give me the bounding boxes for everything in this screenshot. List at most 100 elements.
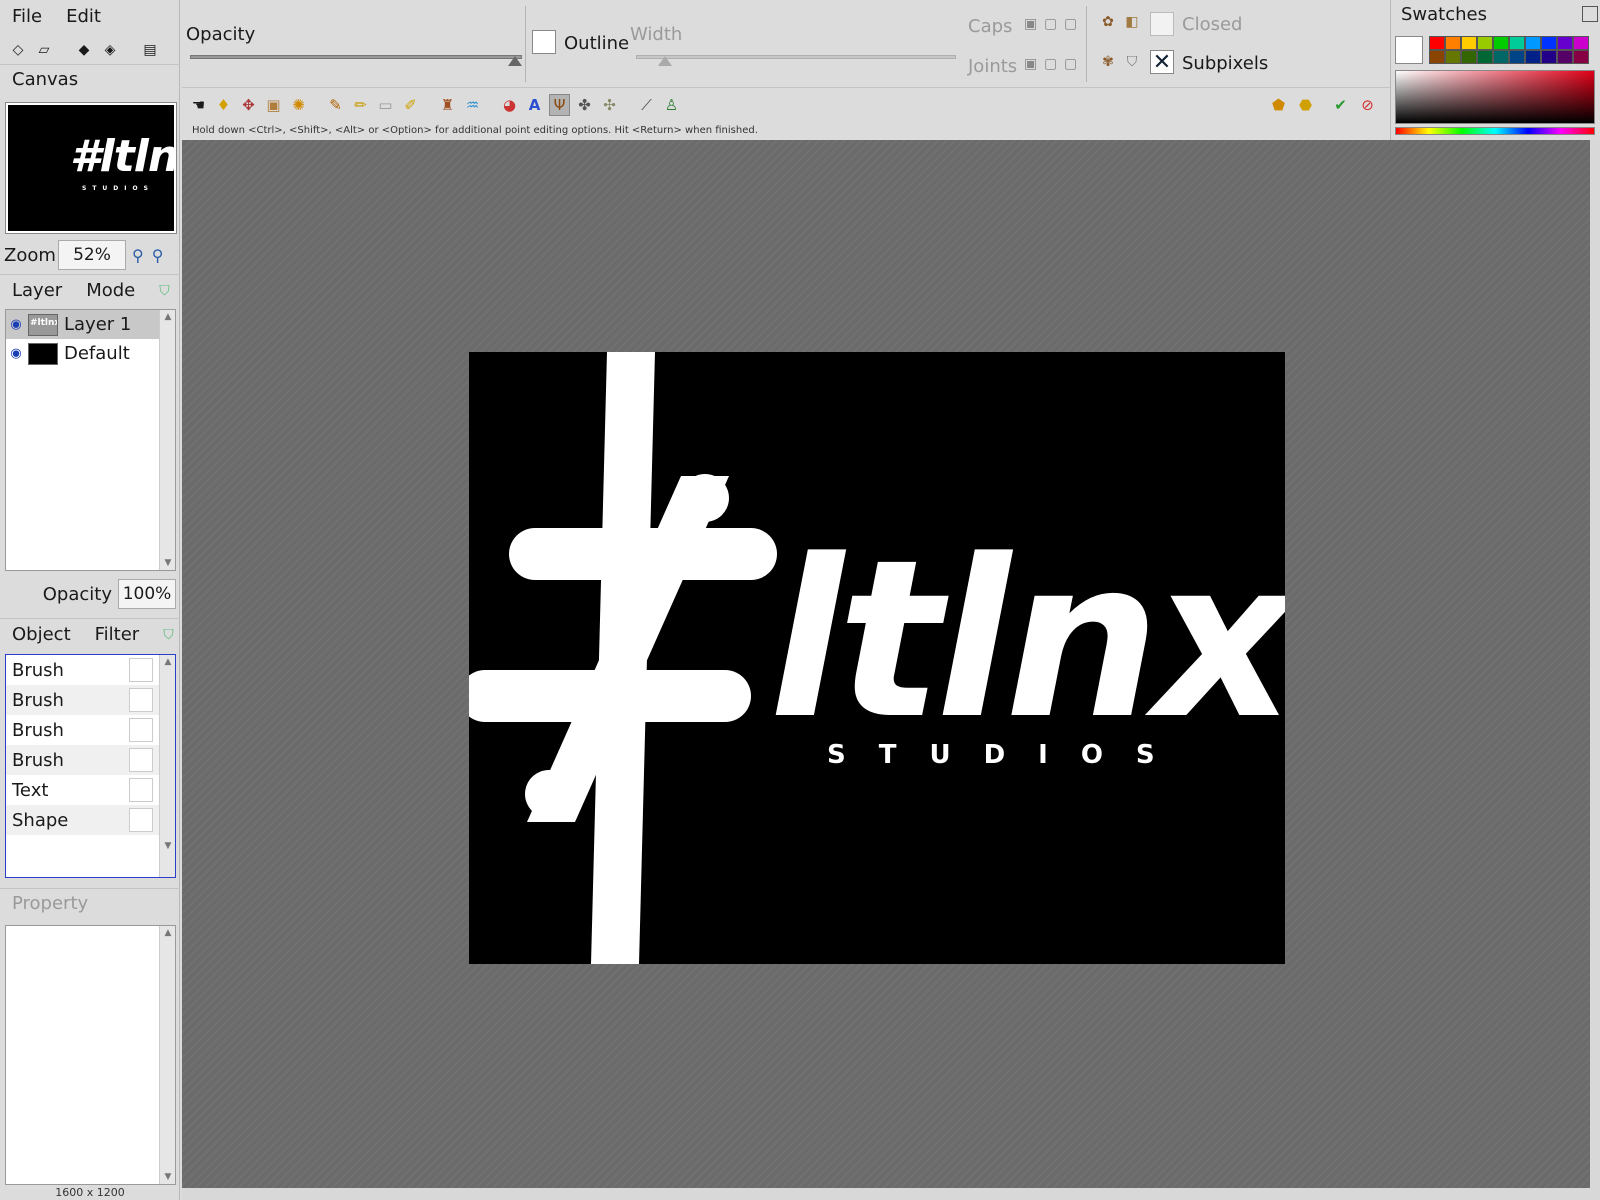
swatch-color[interactable] bbox=[1557, 50, 1573, 64]
workspace-vertical-scrollbar[interactable] bbox=[1590, 140, 1600, 1188]
hue-slider[interactable] bbox=[1395, 127, 1595, 135]
cap-round-icon[interactable]: ▢ bbox=[1044, 16, 1057, 32]
cap-square-icon[interactable]: ▢ bbox=[1064, 16, 1077, 32]
swatch-color[interactable] bbox=[1461, 36, 1477, 50]
dock-icon[interactable]: ⛉ bbox=[147, 283, 182, 299]
swatch-color[interactable] bbox=[1445, 36, 1461, 50]
list-item[interactable]: Brush bbox=[6, 685, 175, 715]
dock-icon[interactable]: ⛉ bbox=[151, 627, 186, 643]
join-miter-icon[interactable]: ▣ bbox=[1024, 56, 1037, 72]
object-checkbox[interactable] bbox=[129, 778, 153, 802]
next-icon[interactable]: ⬣ bbox=[1295, 94, 1316, 116]
box-tool-icon[interactable]: ▣ bbox=[263, 94, 284, 116]
canvas-workspace[interactable]: #ltlnx ltlnx STUDIOS bbox=[182, 140, 1600, 1188]
tab-filter[interactable]: Filter bbox=[83, 624, 152, 645]
swatch-color[interactable] bbox=[1541, 50, 1557, 64]
join-bevel-icon[interactable]: ▢ bbox=[1064, 56, 1077, 72]
swatch-color[interactable] bbox=[1573, 50, 1589, 64]
object-checkbox[interactable] bbox=[129, 718, 153, 742]
shape-tool-icon[interactable]: ✿ bbox=[1098, 12, 1118, 32]
swatch-color[interactable] bbox=[1429, 50, 1445, 64]
swatch-color[interactable] bbox=[1493, 36, 1509, 50]
drop-tool-icon[interactable]: ♒ bbox=[462, 94, 483, 116]
scroll-down-icon[interactable]: ▼ bbox=[160, 558, 176, 568]
swatch-color[interactable] bbox=[1445, 50, 1461, 64]
hand-tool-icon[interactable]: ☚ bbox=[188, 94, 209, 116]
scroll-down-icon[interactable]: ▼ bbox=[160, 841, 176, 851]
opacity-slider-handle[interactable] bbox=[508, 56, 522, 66]
redo-icon[interactable]: ◈ bbox=[100, 40, 120, 60]
transform-tool-icon[interactable]: ✥ bbox=[238, 94, 259, 116]
cap-butt-icon[interactable]: ▣ bbox=[1024, 16, 1037, 32]
swatch-color[interactable] bbox=[1509, 36, 1525, 50]
swatch-color[interactable] bbox=[1477, 50, 1493, 64]
palette-tool-icon[interactable]: ✺ bbox=[288, 94, 309, 116]
closed-checkbox[interactable] bbox=[1150, 12, 1174, 36]
pencil-tool-icon[interactable]: ✏ bbox=[350, 94, 371, 116]
scroll-up-icon[interactable]: ▲ bbox=[160, 657, 176, 667]
stamp-tool-icon[interactable]: ♜ bbox=[437, 94, 458, 116]
width-slider[interactable] bbox=[636, 55, 956, 59]
box-icon[interactable]: ◧ bbox=[1122, 12, 1142, 32]
menu-edit[interactable]: Edit bbox=[54, 6, 113, 27]
outline-checkbox[interactable] bbox=[532, 30, 556, 54]
menu-file[interactable]: File bbox=[0, 6, 54, 27]
list-item[interactable]: Shape bbox=[6, 805, 175, 835]
confirm-icon[interactable]: ✔ bbox=[1330, 94, 1351, 116]
property-scrollbar[interactable]: ▲ ▼ bbox=[159, 926, 175, 1184]
color-picker-gradient[interactable] bbox=[1395, 70, 1595, 124]
width-slider-handle[interactable] bbox=[658, 56, 672, 66]
opacity-slider[interactable] bbox=[190, 55, 522, 59]
swatch-color[interactable] bbox=[1525, 36, 1541, 50]
eyedropper-tool-icon[interactable]: ⟋ bbox=[636, 94, 657, 116]
object-checkbox[interactable] bbox=[129, 688, 153, 712]
list-item[interactable]: Brush bbox=[6, 655, 175, 685]
object-checkbox[interactable] bbox=[129, 808, 153, 832]
layer-row[interactable]: ◉ Layer 1 bbox=[6, 310, 175, 339]
previous-icon[interactable]: ⬟ bbox=[1268, 94, 1289, 116]
artboard[interactable]: #ltlnx ltlnx STUDIOS bbox=[469, 352, 1285, 964]
subpixels-checkbox[interactable]: ✕ bbox=[1150, 50, 1174, 75]
tab-mode[interactable]: Mode bbox=[74, 280, 147, 301]
eraser-tool-icon[interactable]: ▭ bbox=[375, 94, 396, 116]
undo-icon[interactable]: ◆ bbox=[74, 40, 94, 60]
brush-tool-icon[interactable]: ✎ bbox=[325, 94, 346, 116]
swatch-color[interactable] bbox=[1509, 50, 1525, 64]
cancel-icon[interactable]: ⊘ bbox=[1357, 94, 1378, 116]
workspace-horizontal-scrollbar[interactable] bbox=[182, 1188, 1600, 1200]
swatch-color[interactable] bbox=[1541, 36, 1557, 50]
figure-tool-icon[interactable]: ♙ bbox=[661, 94, 682, 116]
swatch-color[interactable] bbox=[1477, 36, 1493, 50]
bucket-icon[interactable]: ⛉ bbox=[1122, 52, 1142, 72]
morph-tool-icon[interactable]: ✣ bbox=[599, 94, 620, 116]
scroll-up-icon[interactable]: ▲ bbox=[160, 312, 176, 322]
save-icon[interactable]: ▤ bbox=[140, 40, 160, 60]
join-round-icon[interactable]: ▢ bbox=[1044, 56, 1057, 72]
swatch-color[interactable] bbox=[1429, 36, 1445, 50]
pin-tool-icon[interactable]: ♦ bbox=[213, 94, 234, 116]
swatch-color[interactable] bbox=[1493, 50, 1509, 64]
list-item[interactable]: Text bbox=[6, 775, 175, 805]
current-color[interactable] bbox=[1395, 36, 1423, 64]
swatch-color[interactable] bbox=[1573, 36, 1589, 50]
text-tool-icon[interactable]: A bbox=[524, 94, 545, 116]
tab-object[interactable]: Object bbox=[0, 624, 83, 645]
swatch-color[interactable] bbox=[1461, 50, 1477, 64]
scroll-down-icon[interactable]: ▼ bbox=[160, 1172, 176, 1182]
layer-opacity-input[interactable]: 100% bbox=[118, 579, 176, 609]
fill-tool-icon[interactable]: ◕ bbox=[499, 94, 520, 116]
visibility-eye-icon[interactable]: ◉ bbox=[6, 317, 26, 332]
visibility-eye-icon[interactable]: ◉ bbox=[6, 346, 26, 361]
zoom-out-icon[interactable]: ⚲ bbox=[132, 246, 144, 265]
object-checkbox[interactable] bbox=[129, 748, 153, 772]
zoom-input[interactable]: 52% bbox=[58, 240, 126, 270]
marker-tool-icon[interactable]: ✐ bbox=[400, 94, 421, 116]
layer-row[interactable]: ◉ Default bbox=[6, 339, 175, 368]
object-checkbox[interactable] bbox=[129, 658, 153, 682]
zoom-in-icon[interactable]: ⚲ bbox=[152, 246, 164, 265]
new-file-icon[interactable]: ◇ bbox=[8, 40, 28, 60]
dock-icon[interactable] bbox=[1582, 6, 1598, 22]
swatch-color[interactable] bbox=[1525, 50, 1541, 64]
list-item[interactable]: Brush bbox=[6, 715, 175, 745]
warp-tool-icon[interactable]: ✤ bbox=[574, 94, 595, 116]
